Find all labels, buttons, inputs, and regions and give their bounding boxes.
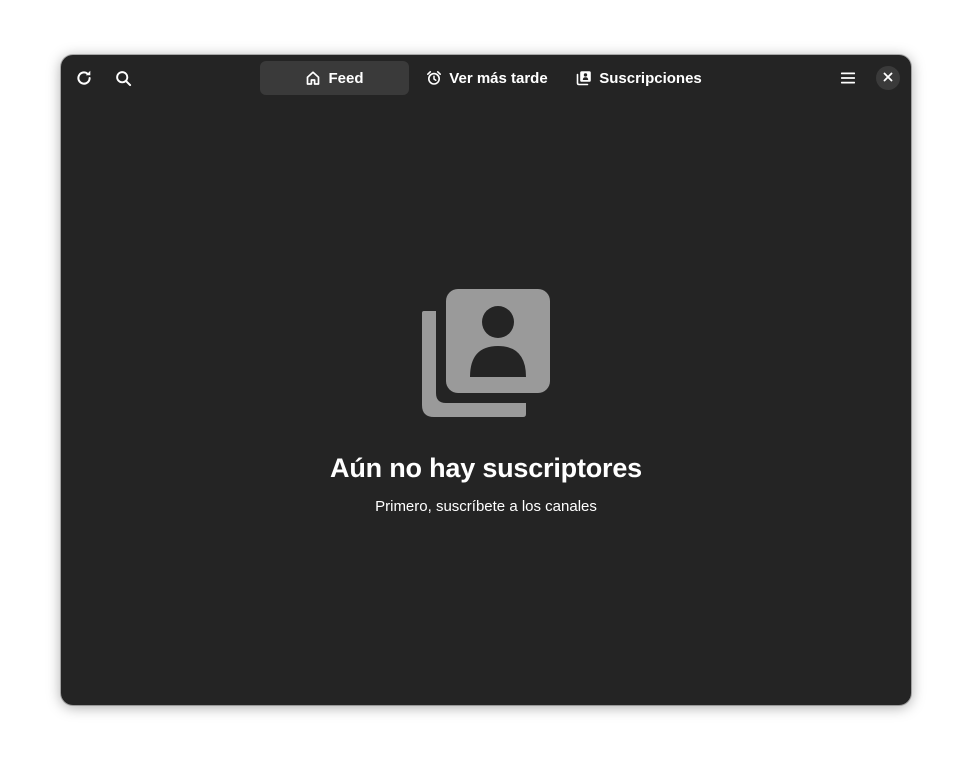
search-button[interactable] xyxy=(107,62,139,94)
tab-subscriptions[interactable]: Suscripciones xyxy=(565,61,713,95)
subscriptions-icon xyxy=(576,70,592,86)
tab-subscriptions-label: Suscripciones xyxy=(599,69,702,87)
hamburger-menu-icon xyxy=(840,70,856,86)
close-icon xyxy=(883,69,893,87)
close-button[interactable] xyxy=(876,66,900,90)
empty-state-description: Primero, suscríbete a los canales xyxy=(375,498,597,515)
home-icon xyxy=(305,70,321,86)
subscriptions-icon xyxy=(422,289,550,417)
main-menu-button[interactable] xyxy=(832,62,864,94)
headerbar: Feed Ver más tarde Suscripciones xyxy=(61,55,911,101)
alarm-clock-icon xyxy=(426,70,442,86)
empty-state-title: Aún no hay suscriptores xyxy=(330,453,642,483)
empty-state: Aún no hay suscriptores Primero, suscríb… xyxy=(61,289,911,515)
tab-watch-later-label: Ver más tarde xyxy=(449,69,548,87)
tab-watch-later[interactable]: Ver más tarde xyxy=(413,61,561,95)
view-switcher: Feed Ver más tarde Suscripciones xyxy=(260,61,713,95)
tab-feed[interactable]: Feed xyxy=(260,61,409,95)
app-window: Feed Ver más tarde Suscripciones Aún no … xyxy=(61,55,911,705)
refresh-icon xyxy=(75,69,93,87)
tab-feed-label: Feed xyxy=(328,69,364,87)
search-icon xyxy=(115,70,132,87)
refresh-button[interactable] xyxy=(68,62,100,94)
